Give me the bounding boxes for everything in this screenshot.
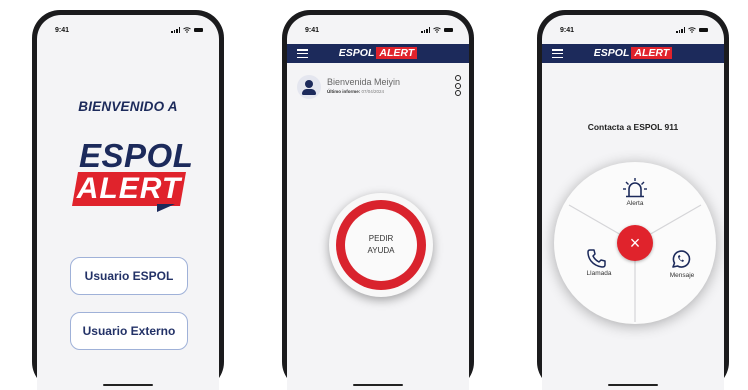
wifi-icon xyxy=(688,27,696,33)
app-bar: ESPOL ALERT xyxy=(542,44,724,63)
status-bar: 9:41 xyxy=(37,15,219,45)
home-indicator xyxy=(103,384,153,386)
last-report-label: Último informe: xyxy=(327,89,361,94)
contact-title: Contacta a ESPOL 911 xyxy=(587,122,679,132)
phone-welcome: 9:41 BIENVENIDO A ESPOL ALERT Usuario ES… xyxy=(32,10,224,390)
help-button[interactable]: PEDIR AYUDA xyxy=(329,193,433,297)
usuario-espol-button[interactable]: Usuario ESPOL xyxy=(70,257,188,295)
mensaje-option[interactable]: Mensaje xyxy=(664,248,700,284)
home-indicator xyxy=(353,384,403,386)
screen-contact: 9:41 ESPOL ALERT Contacta a ESPOL 911 Al… xyxy=(542,15,724,390)
app-brand: ESPOL ALERT xyxy=(542,47,724,59)
phone-home: 9:41 ESPOL ALERT Bienvenida Meiyin Último… xyxy=(282,10,474,390)
avatar-icon xyxy=(297,75,321,99)
contact-wheel: Alerta Llamada Mensaje × xyxy=(554,162,716,324)
help-button-line1: PEDIR xyxy=(368,234,394,243)
alerta-option[interactable]: Alerta xyxy=(620,176,650,212)
app-brand: ESPOL ALERT xyxy=(287,47,469,59)
brand-espol: ESPOL xyxy=(593,47,630,59)
phone-icon xyxy=(587,249,606,268)
signal-icon xyxy=(676,27,685,33)
screen-welcome: 9:41 BIENVENIDO A ESPOL ALERT Usuario ES… xyxy=(37,15,219,390)
screen-home: 9:41 ESPOL ALERT Bienvenida Meiyin Último… xyxy=(287,15,469,390)
usuario-externo-button[interactable]: Usuario Externo xyxy=(70,312,188,350)
llamada-option[interactable]: Llamada xyxy=(582,248,616,284)
logo-alert-text: ALERT xyxy=(76,172,182,205)
signal-icon xyxy=(421,27,430,33)
battery-icon xyxy=(194,28,203,32)
status-time: 9:41 xyxy=(305,26,320,34)
logo-espol-text: ESPOL xyxy=(79,137,194,174)
home-indicator xyxy=(608,384,658,386)
app-bar: ESPOL ALERT xyxy=(287,44,469,63)
last-report: Último informe: 07/04/2024 xyxy=(327,89,384,94)
status-time: 9:41 xyxy=(55,26,70,34)
more-options-icon[interactable] xyxy=(455,75,461,96)
close-button[interactable]: × xyxy=(617,225,653,261)
mensaje-label: Mensaje xyxy=(669,272,695,279)
welcome-heading: BIENVENIDO A xyxy=(78,99,178,114)
llamada-label: Llamada xyxy=(586,270,612,277)
wifi-icon xyxy=(183,27,191,33)
brand-alert: ALERT xyxy=(376,47,418,59)
brand-alert: ALERT xyxy=(631,47,673,59)
status-time: 9:41 xyxy=(560,26,575,34)
brand-espol: ESPOL xyxy=(338,47,375,59)
signal-icon xyxy=(171,27,180,33)
user-header: Bienvenida Meiyin Último informe: 07/04/… xyxy=(297,75,461,101)
status-bar: 9:41 xyxy=(287,15,469,45)
battery-icon xyxy=(699,28,708,32)
help-button-line2: AYUDA xyxy=(367,246,395,255)
last-report-date: 07/04/2024 xyxy=(361,89,385,94)
alerta-label: Alerta xyxy=(626,200,644,207)
status-bar: 9:41 xyxy=(542,15,724,45)
espol-alert-logo: ESPOL ALERT xyxy=(72,137,194,219)
phone-contact: 9:41 ESPOL ALERT Contacta a ESPOL 911 Al… xyxy=(537,10,729,390)
user-greeting: Bienvenida Meiyin xyxy=(327,77,401,87)
wifi-icon xyxy=(433,27,441,33)
whatsapp-icon xyxy=(672,250,691,268)
siren-icon xyxy=(623,178,647,198)
logo-accent xyxy=(157,204,175,212)
battery-icon xyxy=(444,28,453,32)
